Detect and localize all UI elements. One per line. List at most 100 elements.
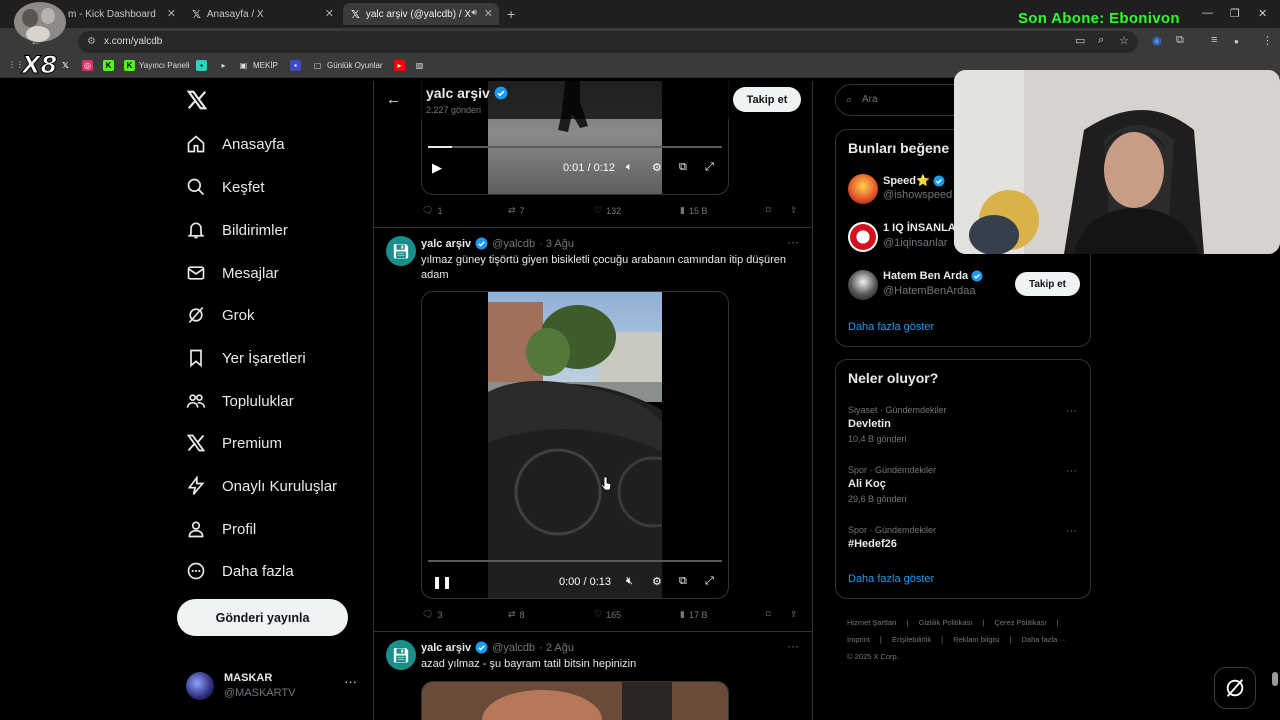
show-more-link[interactable]: Daha fazla göster (848, 321, 934, 333)
zoom-icon[interactable]: ⌕ (1098, 34, 1104, 47)
pause-icon[interactable]: ❚❚ (432, 575, 452, 589)
follow-button[interactable]: Takip et (1015, 272, 1080, 296)
pip-icon[interactable]: ⧉ (679, 161, 687, 174)
author-name[interactable]: yalc arşiv (421, 238, 471, 250)
close-window-icon[interactable]: ✕ (1258, 7, 1267, 20)
author-handle[interactable]: @yalcdb (492, 642, 535, 654)
sidebar-item-premium[interactable]: Premium (185, 428, 282, 458)
bookmark-gunluk-oyunlar[interactable]: ▢ Günlük Oyunlar (312, 60, 383, 71)
reply-button[interactable]: 🗨︎ 3 (422, 609, 442, 620)
tab-anasayfa[interactable]: 𝕏 Anasayfa / X ✕ (184, 3, 340, 25)
bookmark-instagram-icon[interactable]: ◎ (82, 60, 93, 71)
star-bookmark-icon[interactable]: ☆ (1119, 34, 1129, 47)
sidebar-item-yer-i-aretleri[interactable]: Yer İşaretleri (185, 343, 306, 373)
video-player[interactable]: ❚❚ 0:00 / 0:13 🔇︎ ⚙ ⧉ ⤢ (421, 291, 729, 599)
fullscreen-icon[interactable]: ⤢ (705, 161, 714, 174)
more-icon[interactable]: ··· (344, 674, 357, 689)
trend-item[interactable]: Siyaset · Gündemdekiler Devletin 10,4 B … (848, 405, 1080, 450)
sidebar-item-mesajlar[interactable]: Mesajlar (185, 258, 279, 288)
footer-link[interactable]: Daha fazla ··· (1022, 635, 1067, 644)
x-home-logo[interactable] (186, 89, 208, 111)
more-icon[interactable]: ··· (787, 639, 799, 653)
bookmark-app-icon[interactable]: ▪ (196, 60, 207, 71)
share-button[interactable]: ⇪ (790, 205, 798, 216)
footer-link[interactable]: Imprint (847, 635, 870, 644)
follow-suggestion[interactable]: Hatem Ben Arda @HatemBenArdaa Takip et (848, 268, 1080, 302)
close-tab-icon[interactable]: ✕ (167, 7, 176, 20)
avatar[interactable]: 💾︎ (386, 640, 416, 670)
new-tab-icon[interactable]: + (507, 6, 515, 22)
fullscreen-icon[interactable]: ⤢ (705, 575, 714, 588)
views-button[interactable]: ▮ 17 B (680, 609, 707, 620)
views-button[interactable]: ▮ 15 B (680, 205, 707, 216)
sidebar-item-profil[interactable]: Profil (185, 514, 256, 544)
mute-icon[interactable]: 🔇︎ (626, 575, 633, 588)
bookmark-play-icon[interactable]: ▸ (218, 60, 229, 71)
pip-icon[interactable]: ⧉ (679, 575, 687, 588)
bookmark-mekip[interactable]: ▣ MEKİP (238, 60, 278, 71)
bookmark-kick-icon[interactable]: K (103, 60, 114, 71)
sidebar-item-grok[interactable]: Grok (185, 300, 255, 330)
sidebar-item-bildirimler[interactable]: Bildirimler (185, 215, 288, 245)
play-icon[interactable]: ▶ (432, 160, 442, 176)
profile-chip-icon[interactable]: ● (1234, 37, 1239, 46)
footer-link[interactable]: Reklam bilgisi (953, 635, 999, 644)
trend-item[interactable]: Spor · Gündemdekiler #Hedef26 ··· (848, 525, 1080, 570)
like-button[interactable]: ♡ 132 (594, 205, 621, 216)
sidebar-item-daha-fazla[interactable]: Daha fazla (185, 556, 294, 586)
share-button[interactable]: ⇪ (790, 609, 798, 620)
bookmark-image-icon[interactable]: ▨ (414, 60, 425, 71)
extensions-puzzle-icon[interactable]: ⧉ (1176, 34, 1184, 47)
avatar[interactable]: 💾︎ (386, 236, 416, 266)
video-progress-bar[interactable] (428, 146, 722, 148)
video-player[interactable] (421, 681, 729, 720)
settings-icon[interactable]: ⚙ (652, 575, 662, 588)
more-icon[interactable]: ··· (787, 235, 799, 249)
bookmark-youtube-icon[interactable]: ▸ (394, 60, 405, 71)
author-name[interactable]: yalc arşiv (421, 642, 471, 654)
post-button[interactable]: Gönderi yayınla (177, 599, 348, 636)
bookmark-button[interactable]: ⌑ (766, 609, 771, 620)
sidebar-item-ke-fet[interactable]: Keşfet (185, 172, 265, 202)
repost-button[interactable]: ⇄ 7 (508, 205, 525, 216)
follow-button[interactable]: Takip et (733, 87, 801, 112)
minimize-icon[interactable]: — (1202, 7, 1213, 19)
sidebar-item-onayl-kurulu-lar[interactable]: Onaylı Kuruluşlar (185, 471, 337, 501)
bookmark-app2-icon[interactable]: ▪ (290, 60, 301, 71)
tab-yalcdb[interactable]: 𝕏 yalc arşiv (@yalcdb) / X 🔊︎ ✕ (343, 3, 499, 25)
browser-menu-icon[interactable]: ⋮ (1262, 34, 1273, 47)
site-info-icon[interactable]: ⚙ (87, 31, 96, 53)
video-progress-bar[interactable] (428, 560, 722, 562)
audio-playing-icon[interactable]: 🔊︎ (471, 7, 477, 18)
author-handle[interactable]: @yalcdb (492, 238, 535, 250)
footer-link[interactable]: Çerez Politikası (994, 618, 1046, 627)
url-field[interactable]: ⚙ x.com/yalcdb (78, 31, 1138, 53)
grok-button[interactable] (1214, 667, 1256, 709)
trend-item[interactable]: Spor · Gündemdekiler Ali Koç 29,6 B gönd… (848, 465, 1080, 510)
bookmark-button[interactable]: ⌑ (766, 205, 771, 216)
scrollbar[interactable] (1272, 672, 1278, 686)
more-icon[interactable]: ··· (1066, 525, 1077, 537)
bookmark-yayinci-paneli[interactable]: K Yayıncı Paneli (124, 60, 190, 71)
sidebar-item-anasayfa[interactable]: Anasayfa (185, 129, 285, 159)
extension-icon[interactable]: ◉ (1152, 34, 1162, 47)
repost-button[interactable]: ⇄ 8 (508, 609, 525, 620)
tweet-date[interactable]: · 2 Ağu (539, 642, 574, 654)
show-more-link[interactable]: Daha fazla göster (848, 573, 934, 585)
footer-link[interactable]: Erişilebilirlik (892, 635, 931, 644)
settings-icon[interactable]: ⚙ (652, 161, 662, 174)
more-icon[interactable]: ··· (1066, 405, 1077, 417)
footer-link[interactable]: Gizlilik Politikası (919, 618, 973, 627)
reply-button[interactable]: 🗨︎ 1 (422, 205, 442, 216)
account-switcher[interactable]: MASKAR @MASKARTV ··· (186, 670, 361, 702)
cast-icon[interactable]: ▭ (1075, 34, 1085, 47)
back-arrow-icon[interactable]: ← (386, 91, 401, 108)
like-button[interactable]: ♡ 165 (594, 609, 621, 620)
media-queue-icon[interactable]: ≡ (1211, 34, 1217, 46)
tweet-date[interactable]: · 3 Ağu (539, 238, 574, 250)
close-tab-icon[interactable]: ✕ (325, 7, 334, 20)
footer-link[interactable]: Hizmet Şartları (847, 618, 897, 627)
volume-icon[interactable]: 🔈︎ (626, 161, 633, 174)
sidebar-item-topluluklar[interactable]: Topluluklar (185, 386, 294, 416)
close-tab-icon[interactable]: ✕ (484, 7, 493, 20)
